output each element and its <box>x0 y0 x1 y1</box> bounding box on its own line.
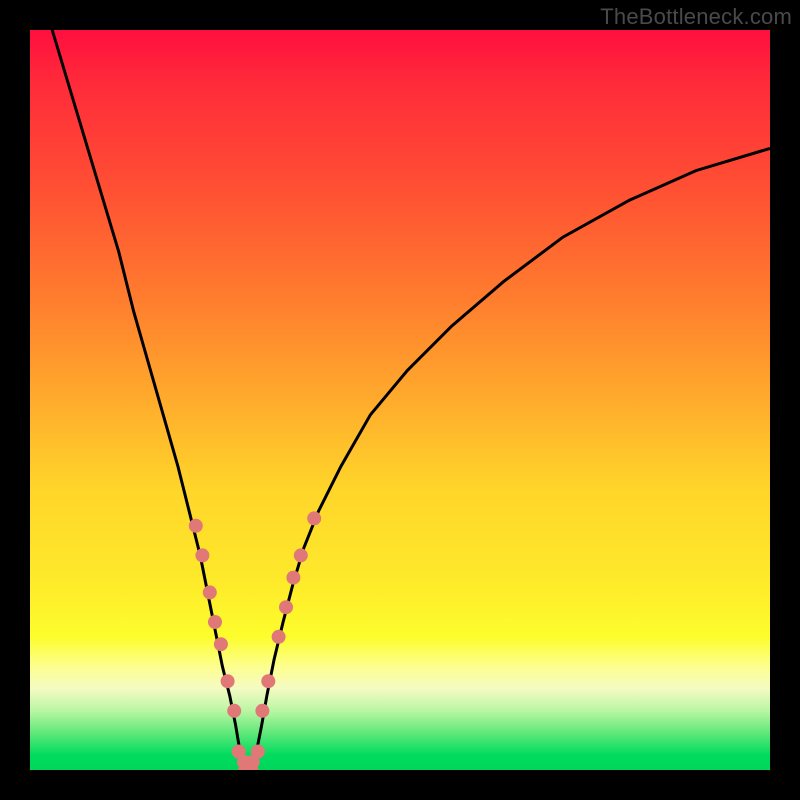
watermark-text: TheBottleneck.com <box>600 4 792 30</box>
plot-area <box>30 30 770 770</box>
data-marker <box>286 571 300 585</box>
data-marker <box>208 615 222 629</box>
markers-left <box>189 519 241 718</box>
data-marker <box>227 704 241 718</box>
markers-floor <box>232 745 265 771</box>
data-marker <box>214 637 228 651</box>
curve-left <box>52 30 243 770</box>
data-marker <box>189 519 203 533</box>
chart-frame: TheBottleneck.com <box>0 0 800 800</box>
data-marker <box>195 548 209 562</box>
data-marker <box>255 704 269 718</box>
chart-svg <box>30 30 770 770</box>
data-marker <box>221 674 235 688</box>
data-marker <box>261 674 275 688</box>
data-marker <box>272 630 286 644</box>
curve-right <box>254 148 771 770</box>
data-marker <box>294 548 308 562</box>
data-marker <box>203 585 217 599</box>
markers-right <box>255 511 321 717</box>
data-marker <box>251 745 265 759</box>
data-marker <box>279 600 293 614</box>
data-marker <box>307 511 321 525</box>
